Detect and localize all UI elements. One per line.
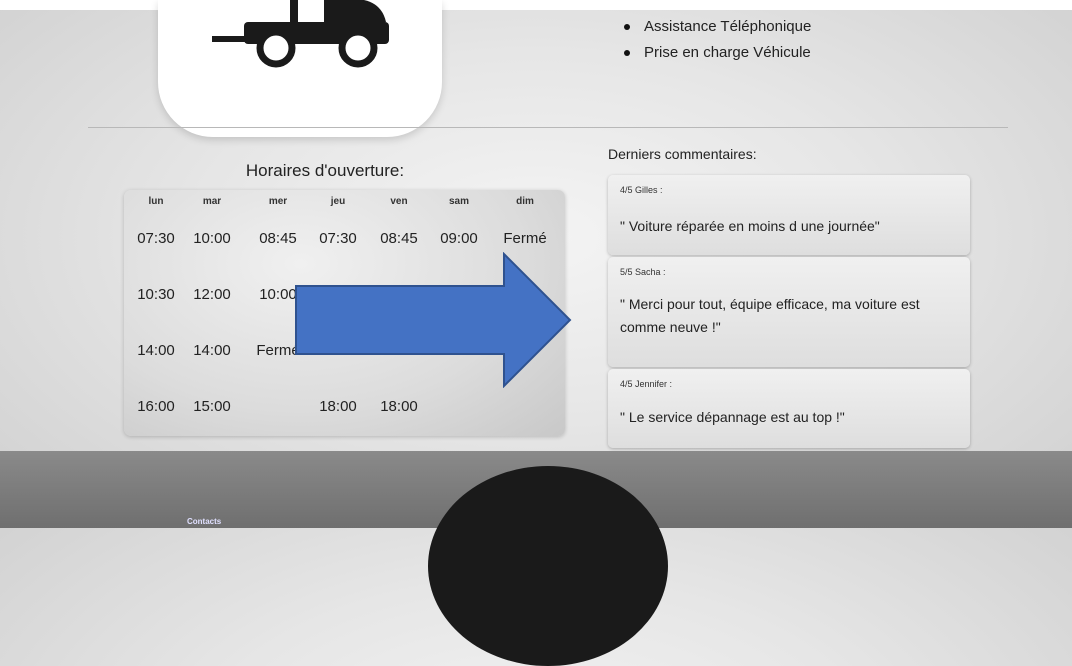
day-header: lun [148,196,164,207]
hours-cell: 14:00 [193,342,231,359]
hours-cell: 07:30 [137,230,175,247]
day-header: dim [516,196,534,207]
hours-cell: 15:00 [193,398,231,415]
hours-cell: 08:45 [259,230,297,247]
comment-card: 4/5 Gilles : " Voiture réparée en moins … [608,175,970,255]
day-header: ven [390,196,408,207]
comment-card: 5/5 Sacha : " Merci pour tout, équipe ef… [608,257,970,367]
day-header: mer [268,196,288,207]
footer-circle [428,466,668,666]
hours-cell: 16:00 [137,398,175,415]
contacts-link[interactable]: Contacts [187,517,221,526]
comments-title: Derniers commentaires: [608,146,757,162]
comment-author: 4/5 Gilles : [620,185,663,195]
service-item: Assistance Téléphonique [624,14,811,40]
hours-cell: 10:00 [193,230,231,247]
hours-cell: 07:30 [319,230,357,247]
hours-cell: 08:45 [380,230,418,247]
hours-cell: Fermé [503,230,547,247]
day-header: jeu [330,196,346,207]
hours-cell: 18:00 [380,398,418,415]
tow-truck-icon [212,0,389,68]
hours-cell: 12:00 [193,286,231,303]
day-header: mar [202,196,222,207]
comment-text: " Le service dépannage est au top !" [620,409,845,425]
service-item: Prise en charge Véhicule [624,40,811,66]
comment-author: 5/5 Sacha : [620,267,666,277]
section-divider [88,127,1008,128]
services-list: Assistance Téléphonique Prise en charge … [624,14,811,66]
logo-card [158,0,442,137]
comment-text: " Merci pour tout, équipe efficace, ma v… [620,296,920,335]
comment-card: 4/5 Jennifer : " Le service dépannage es… [608,369,970,448]
right-arrow-icon [295,252,572,388]
day-header: sam [448,196,469,207]
hours-cell: 14:00 [137,342,175,359]
hours-title: Horaires d'ouverture: [245,161,405,180]
comment-text: " Voiture réparée en moins d une journée… [620,218,880,234]
hours-cell: 18:00 [319,398,357,415]
hours-cell: 10:30 [137,286,175,303]
comment-author: 4/5 Jennifer : [620,379,673,389]
hours-cell: 09:00 [440,230,478,247]
